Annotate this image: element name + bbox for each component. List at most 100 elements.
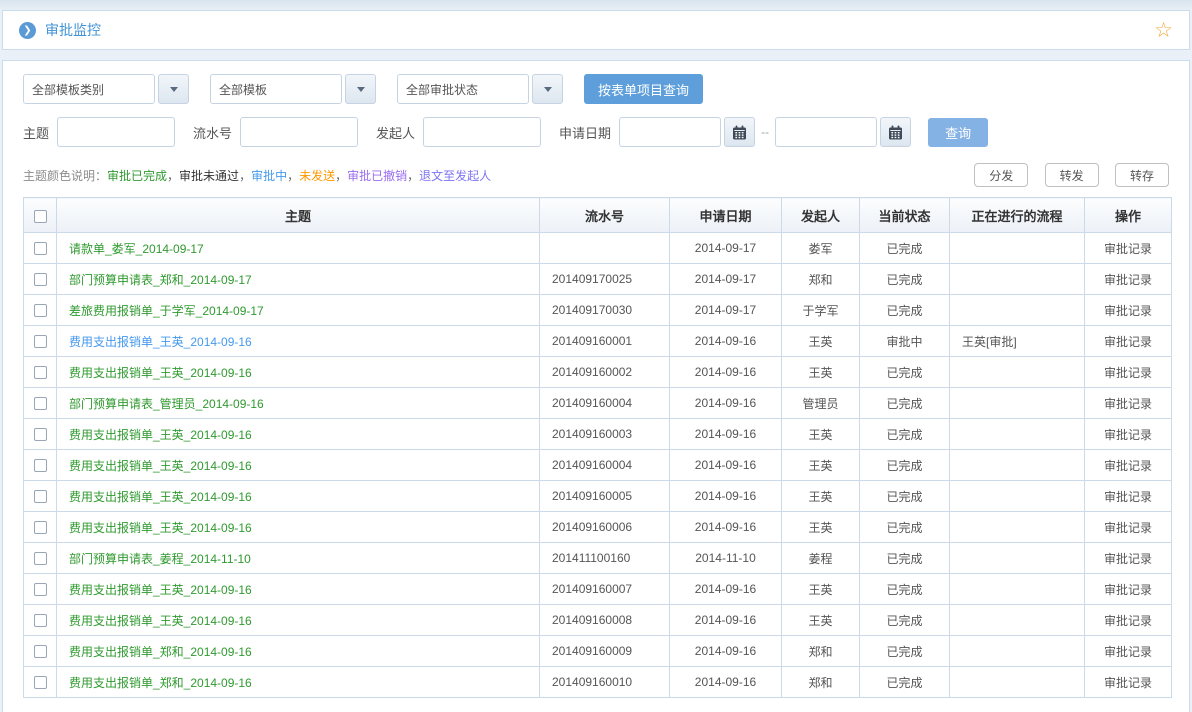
serial-cell: 201409160006 — [540, 512, 670, 543]
initiator-cell: 王英 — [782, 419, 860, 450]
approval-record-link[interactable]: 审批记录 — [1104, 490, 1152, 504]
subject-input[interactable] — [57, 117, 175, 147]
row-checkbox[interactable] — [34, 552, 47, 565]
form-item-query-button[interactable]: 按表单项目查询 — [584, 74, 703, 104]
approval-record-link[interactable]: 审批记录 — [1104, 552, 1152, 566]
row-checkbox-cell — [24, 574, 57, 605]
serial-input[interactable] — [240, 117, 358, 147]
header-apply-date: 申请日期 — [670, 198, 782, 233]
row-checkbox[interactable] — [34, 242, 47, 255]
approval-record-link[interactable]: 审批记录 — [1104, 366, 1152, 380]
template-category-dropdown-button[interactable] — [158, 74, 189, 104]
approval-status-input[interactable] — [397, 74, 529, 104]
approval-record-link[interactable]: 审批记录 — [1104, 676, 1152, 690]
approval-record-link[interactable]: 审批记录 — [1104, 614, 1152, 628]
approval-record-link[interactable]: 审批记录 — [1104, 583, 1152, 597]
approval-record-link[interactable]: 审批记录 — [1104, 397, 1152, 411]
subject-link[interactable]: 费用支出报销单_王英_2014-09-16 — [69, 521, 252, 535]
template-dropdown-button[interactable] — [345, 74, 376, 104]
subject-link[interactable]: 费用支出报销单_王英_2014-09-16 — [69, 335, 252, 349]
current-status-cell: 已完成 — [860, 543, 950, 574]
subject-link[interactable]: 费用支出报销单_王英_2014-09-16 — [69, 366, 252, 380]
subject-cell: 费用支出报销单_郑和_2014-09-16 — [57, 636, 540, 667]
current-status-cell: 已完成 — [860, 667, 950, 698]
subject-cell: 请款单_娄军_2014-09-17 — [57, 233, 540, 264]
legend-separator: ， — [239, 169, 251, 183]
row-checkbox[interactable] — [34, 366, 47, 379]
operation-cell: 审批记录 — [1085, 512, 1172, 543]
date-to-calendar-button[interactable] — [880, 117, 911, 147]
subject-link[interactable]: 费用支出报销单_王英_2014-09-16 — [69, 459, 252, 473]
table-row: 部门预算申请表_郑和_2014-09-172014091700252014-09… — [24, 264, 1172, 295]
date-to-input[interactable] — [775, 117, 877, 147]
calendar-icon — [732, 125, 747, 140]
row-checkbox[interactable] — [34, 521, 47, 534]
subject-cell: 部门预算申请表_姜程_2014-11-10 — [57, 543, 540, 574]
operation-cell: 审批记录 — [1085, 636, 1172, 667]
row-checkbox[interactable] — [34, 428, 47, 441]
subject-link[interactable]: 部门预算申请表_姜程_2014-11-10 — [69, 552, 251, 566]
row-checkbox[interactable] — [34, 583, 47, 596]
row-checkbox[interactable] — [34, 490, 47, 503]
approval-record-link[interactable]: 审批记录 — [1104, 273, 1152, 287]
row-checkbox-cell — [24, 295, 57, 326]
select-all-checkbox[interactable] — [34, 210, 47, 223]
table-row: 费用支出报销单_王英_2014-09-162014091600012014-09… — [24, 326, 1172, 357]
subject-link[interactable]: 费用支出报销单_王英_2014-09-16 — [69, 490, 252, 504]
operation-cell: 审批记录 — [1085, 419, 1172, 450]
current-status-cell: 已完成 — [860, 264, 950, 295]
subject-link[interactable]: 费用支出报销单_王英_2014-09-16 — [69, 428, 252, 442]
subject-link[interactable]: 费用支出报销单_郑和_2014-09-16 — [69, 645, 252, 659]
approval-record-link[interactable]: 审批记录 — [1104, 645, 1152, 659]
row-checkbox-cell — [24, 636, 57, 667]
legend-separator: ， — [287, 169, 299, 183]
approval-record-link[interactable]: 审批记录 — [1104, 304, 1152, 318]
subject-cell: 费用支出报销单_王英_2014-09-16 — [57, 512, 540, 543]
subject-link[interactable]: 请款单_娄军_2014-09-17 — [69, 242, 204, 256]
query-button[interactable]: 查询 — [928, 118, 988, 147]
row-checkbox-cell — [24, 605, 57, 636]
ongoing-flow-cell — [950, 450, 1085, 481]
archive-button[interactable]: 转存 — [1115, 163, 1169, 187]
approval-record-link[interactable]: 审批记录 — [1104, 335, 1152, 349]
date-from-calendar-button[interactable] — [724, 117, 755, 147]
row-checkbox-cell — [24, 481, 57, 512]
subject-link[interactable]: 费用支出报销单_王英_2014-09-16 — [69, 614, 252, 628]
subject-link[interactable]: 费用支出报销单_王英_2014-09-16 — [69, 583, 252, 597]
operation-cell: 审批记录 — [1085, 357, 1172, 388]
approval-status-dropdown — [397, 74, 563, 104]
apply-date-cell: 2014-09-16 — [670, 481, 782, 512]
table-row: 费用支出报销单_王英_2014-09-162014091600022014-09… — [24, 357, 1172, 388]
initiator-cell: 管理员 — [782, 388, 860, 419]
ongoing-flow-cell — [950, 388, 1085, 419]
subject-link[interactable]: 费用支出报销单_郑和_2014-09-16 — [69, 676, 252, 690]
row-checkbox[interactable] — [34, 335, 47, 348]
row-checkbox[interactable] — [34, 676, 47, 689]
row-checkbox-cell — [24, 326, 57, 357]
page-title: 审批监控 — [45, 20, 101, 40]
approval-record-link[interactable]: 审批记录 — [1104, 242, 1152, 256]
template-category-input[interactable] — [23, 74, 155, 104]
forward-button[interactable]: 转发 — [1045, 163, 1099, 187]
distribute-button[interactable]: 分发 — [974, 163, 1028, 187]
row-checkbox[interactable] — [34, 645, 47, 658]
row-checkbox[interactable] — [34, 614, 47, 627]
row-checkbox[interactable] — [34, 273, 47, 286]
approval-record-link[interactable]: 审批记录 — [1104, 521, 1152, 535]
approval-record-link[interactable]: 审批记录 — [1104, 459, 1152, 473]
initiator-input[interactable] — [423, 117, 541, 147]
current-status-cell: 已完成 — [860, 295, 950, 326]
row-checkbox[interactable] — [34, 304, 47, 317]
subject-link[interactable]: 部门预算申请表_郑和_2014-09-17 — [69, 273, 252, 287]
row-checkbox[interactable] — [34, 397, 47, 410]
subject-link[interactable]: 差旅费用报销单_于学军_2014-09-17 — [69, 304, 264, 318]
ongoing-flow-cell — [950, 295, 1085, 326]
approval-status-dropdown-button[interactable] — [532, 74, 563, 104]
row-checkbox[interactable] — [34, 459, 47, 472]
favorite-star-icon[interactable]: ☆ — [1154, 20, 1173, 41]
approval-record-link[interactable]: 审批记录 — [1104, 428, 1152, 442]
search-filter-row: 主题 流水号 发起人 申请日期 -- — [23, 117, 1169, 147]
subject-link[interactable]: 部门预算申请表_管理员_2014-09-16 — [69, 397, 264, 411]
template-input[interactable] — [210, 74, 342, 104]
date-from-input[interactable] — [619, 117, 721, 147]
